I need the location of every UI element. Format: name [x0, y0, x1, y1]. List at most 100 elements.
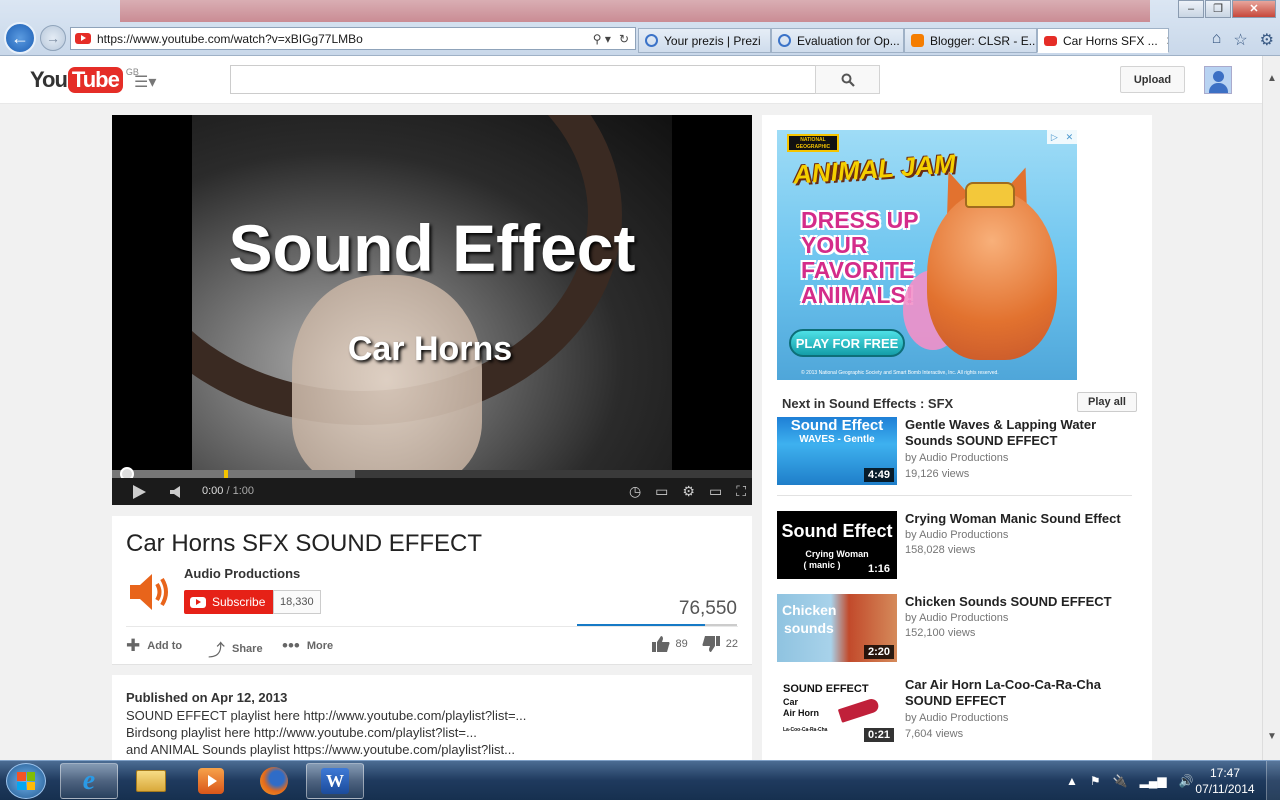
play-button[interactable] [132, 478, 146, 505]
avatar[interactable] [1204, 66, 1232, 94]
related-video[interactable]: Sound Effect WAVES - Gentle 4:49 Gentle … [777, 417, 1137, 487]
page-scrollbar[interactable]: ▲ ▼ [1262, 56, 1280, 760]
forward-button[interactable]: → [40, 25, 66, 51]
more-dots-icon: ••• [282, 636, 300, 655]
video-title: Car Horns SFX SOUND EFFECT [126, 530, 483, 557]
theater-mode-icon[interactable]: ▭ [709, 478, 722, 505]
search-input[interactable] [230, 65, 816, 94]
maximize-button[interactable]: ❐ [1205, 0, 1231, 18]
ad-choices-icon[interactable]: ▷ ✕ [1047, 130, 1077, 144]
tab-evaluation[interactable]: Evaluation for Op... [771, 28, 904, 53]
add-to-button[interactable]: ✚ Add to [126, 636, 182, 656]
taskbar-media-player[interactable] [182, 763, 240, 799]
progress-buffered [112, 470, 356, 478]
share-button[interactable]: ⤴ Share [208, 636, 263, 661]
close-window-button[interactable]: ✕ [1232, 0, 1276, 18]
subscriber-count: 18,330 [273, 590, 321, 614]
folder-icon [136, 770, 166, 792]
windows-logo-icon [17, 772, 35, 790]
settings-gear-icon[interactable]: ⚙ [682, 478, 695, 505]
upload-button[interactable]: Upload [1120, 66, 1185, 93]
related-video-title[interactable]: Chicken Sounds SOUND EFFECT [905, 594, 1130, 610]
media-player-icon [198, 768, 224, 794]
dislike-button[interactable]: 22 [702, 636, 738, 652]
video-thumbnail[interactable]: SOUND EFFECT Car Air Horn La-Coo-Ca-Ra-C… [777, 677, 897, 745]
video-thumbnail[interactable]: Sound Effect WAVES - Gentle 4:49 [777, 417, 897, 485]
tray-expand-icon[interactable]: ▲ [1066, 774, 1078, 788]
subscribe-button[interactable]: Subscribe [184, 590, 274, 614]
youtube-logo[interactable]: You Tube GB [30, 67, 139, 93]
prezi-icon [778, 34, 791, 47]
search-button[interactable] [815, 65, 880, 94]
favorites-star-icon[interactable]: ☆ [1233, 30, 1247, 50]
prezi-icon [645, 34, 658, 47]
video-thumbnail[interactable]: Sound Effect Crying Woman ( manic ) 1:16 [777, 511, 897, 579]
taskbar-clock[interactable]: 17:47 07/11/2014 [1190, 765, 1260, 797]
play-all-button[interactable]: Play all [1077, 392, 1137, 412]
player-controls: 0:00 / 1:00 ◷ ▭ ⚙ ▭ ⛶ [112, 478, 752, 505]
related-video-title[interactable]: Gentle Waves & Lapping Water Sounds SOUN… [905, 417, 1130, 449]
related-video[interactable]: Chicken sounds 2:20 Chicken Sounds SOUND… [777, 594, 1137, 664]
taskbar-word[interactable]: W [306, 763, 364, 799]
related-video-channel: by Audio Productions [905, 712, 1009, 724]
fox-character [927, 190, 1057, 360]
video-overlay-subtitle: Car Horns [347, 330, 513, 368]
tools-gear-icon[interactable]: ⚙ [1260, 30, 1274, 50]
video-thumbnail[interactable]: Chicken sounds 2:20 [777, 594, 897, 662]
video-player[interactable]: Sound Effect Car Horns 0:00 / 1:00 ◷ ▭ ⚙… [112, 115, 752, 505]
playlist-label[interactable]: Next in Sound Effects : SFX [782, 396, 953, 411]
windows-taskbar: e W ▲ ⚑ 🔌 ▂▄▆ 🔊 17:47 07/11/2014 [0, 760, 1280, 800]
volume-button[interactable] [170, 478, 182, 505]
time-display: 0:00 / 1:00 [202, 485, 255, 497]
back-button[interactable]: ← [4, 22, 36, 54]
search-dropdown-icon[interactable]: ⚲ ▾ [593, 32, 611, 46]
clock-date: 07/11/2014 [1195, 782, 1255, 796]
share-icon: ⤴ [208, 641, 225, 660]
guide-menu-icon[interactable]: ☰▾ [134, 72, 156, 92]
close-tab-icon[interactable]: ✕ [1166, 34, 1168, 48]
youtube-play-icon [190, 596, 206, 608]
tab-label: Car Horns SFX ... [1063, 33, 1158, 48]
tab-blogger[interactable]: Blogger: CLSR - E... [904, 28, 1037, 53]
browser-chrome: – ❐ ✕ ← → https://www.youtube.com/watch?… [0, 0, 1280, 56]
taskbar-internet-explorer[interactable]: e [60, 763, 118, 799]
action-center-flag-icon[interactable]: ⚑ [1090, 774, 1101, 788]
description-line: and ANIMAL Sounds playlist https://www.y… [126, 742, 515, 757]
address-bar[interactable]: https://www.youtube.com/watch?v=xBIGg77L… [70, 27, 636, 50]
advertisement[interactable]: NATIONAL GEOGRAPHIC ANIMAL JAM DRESS UP … [777, 130, 1077, 380]
progress-ad-marker [224, 470, 228, 478]
scroll-up-icon[interactable]: ▲ [1263, 70, 1280, 88]
tab-youtube[interactable]: Car Horns SFX ... ✕ [1037, 28, 1169, 53]
progress-bar[interactable] [112, 467, 752, 481]
ad-play-for-free-button[interactable]: PLAY FOR FREE [789, 329, 905, 357]
address-url[interactable]: https://www.youtube.com/watch?v=xBIGg77L… [97, 32, 593, 46]
start-button[interactable] [6, 763, 46, 799]
related-video-title[interactable]: Car Air Horn La-Coo-Ca-Ra-Cha SOUND EFFE… [905, 677, 1130, 709]
channel-avatar[interactable] [126, 568, 174, 616]
tab-prezi[interactable]: Your prezis | Prezi [638, 28, 771, 53]
taskbar-file-explorer[interactable] [122, 763, 180, 799]
related-video-title[interactable]: Crying Woman Manic Sound Effect [905, 511, 1130, 527]
related-video[interactable]: SOUND EFFECT Car Air Horn La-Coo-Ca-Ra-C… [777, 677, 1137, 747]
captions-icon[interactable]: ▭ [655, 478, 668, 505]
youtube-header: You Tube GB ☰▾ Upload [0, 56, 1262, 104]
taskbar-firefox[interactable] [245, 763, 303, 799]
related-video[interactable]: Sound Effect Crying Woman ( manic ) 1:16… [777, 511, 1137, 581]
channel-name[interactable]: Audio Productions [184, 566, 300, 581]
like-button[interactable]: 89 [651, 636, 688, 652]
clock-time: 17:47 [1209, 766, 1241, 780]
fullscreen-icon[interactable]: ⛶ [736, 478, 746, 505]
internet-explorer-icon: e [82, 765, 96, 796]
refresh-icon[interactable]: ↻ [619, 32, 629, 46]
video-info-card: Car Horns SFX SOUND EFFECT Audio Product… [112, 516, 752, 665]
power-icon[interactable]: 🔌 [1113, 774, 1128, 788]
sidebar: NATIONAL GEOGRAPHIC ANIMAL JAM DRESS UP … [762, 115, 1152, 765]
minimize-button[interactable]: – [1178, 0, 1204, 18]
watch-later-icon[interactable]: ◷ [629, 478, 641, 505]
network-signal-icon[interactable]: ▂▄▆ [1140, 774, 1167, 788]
more-button[interactable]: ••• More [282, 636, 333, 656]
scroll-down-icon[interactable]: ▼ [1263, 728, 1280, 746]
thumbs-up-icon [651, 636, 669, 652]
show-desktop-button[interactable] [1266, 761, 1280, 800]
home-icon[interactable]: ⌂ [1212, 30, 1222, 50]
